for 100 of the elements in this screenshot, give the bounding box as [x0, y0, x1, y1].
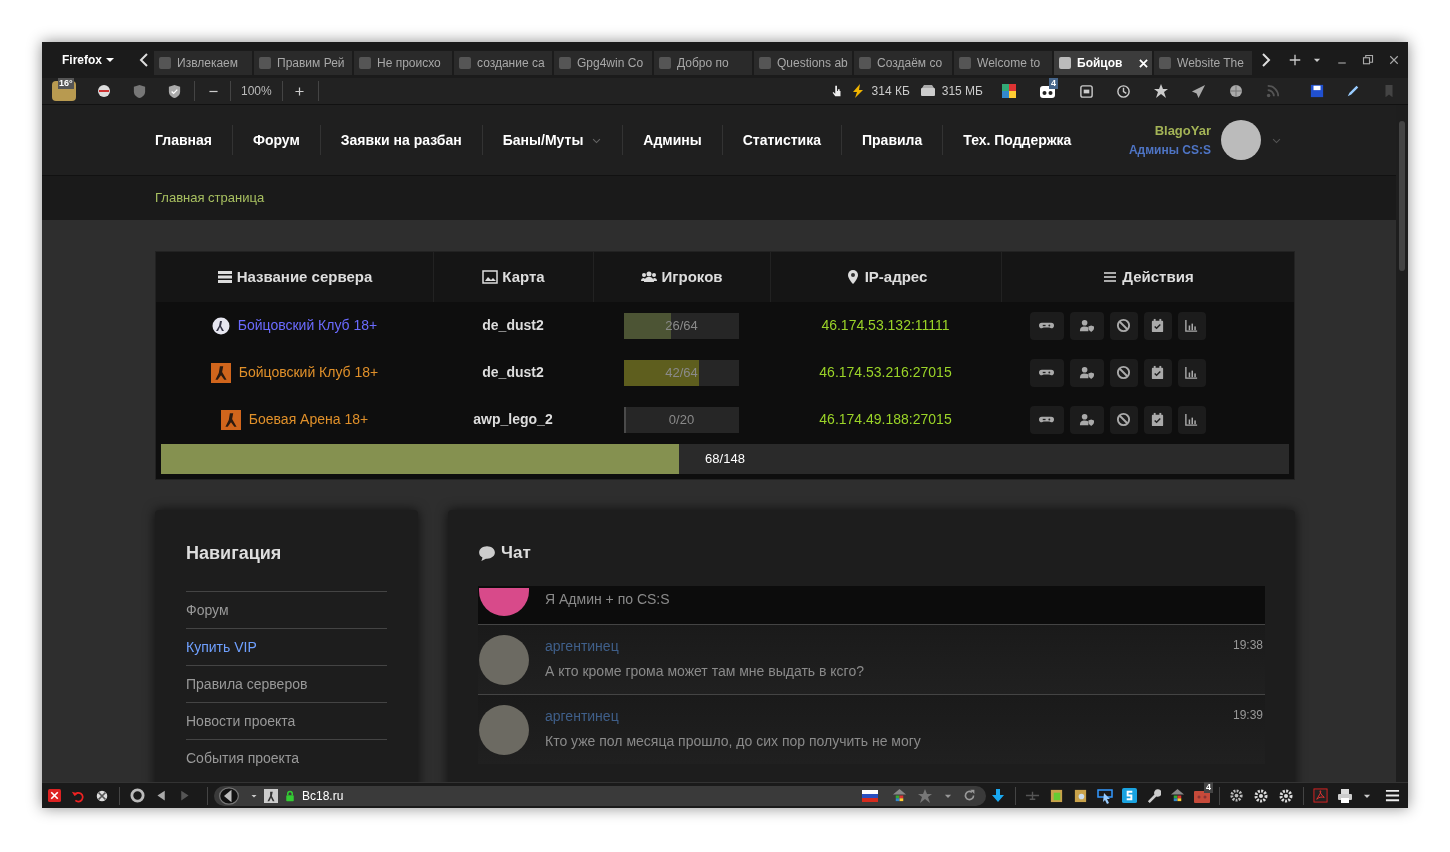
server-ip[interactable]: 46.174.53.132:11111	[821, 315, 950, 336]
globe-icon[interactable]	[1228, 83, 1244, 99]
gear-icon[interactable]	[1253, 787, 1269, 804]
server-ip[interactable]: 46.174.49.188:27015	[819, 409, 952, 430]
ban-icon	[1116, 412, 1131, 427]
browser-tab[interactable]: Не происхо	[354, 51, 452, 75]
clock-icon[interactable]	[1116, 83, 1131, 99]
star-icon[interactable]	[1153, 83, 1169, 99]
nav-link[interactable]: Тех. Поддержка	[942, 125, 1092, 155]
stats-button[interactable]	[1177, 405, 1206, 434]
browser-tab[interactable]: Бойцов	[1054, 51, 1152, 75]
plus-icon[interactable]	[1288, 53, 1302, 67]
user-name[interactable]: BlagoYar	[1154, 121, 1211, 141]
avatar-placeholder[interactable]	[1221, 120, 1261, 160]
stats-button[interactable]	[1177, 358, 1206, 387]
close-icon[interactable]	[1388, 54, 1400, 66]
nav-link[interactable]: Админы	[622, 125, 722, 155]
letter-s-tile-icon[interactable]	[1122, 788, 1137, 803]
address-bar[interactable]: Bc18.ru	[214, 785, 986, 806]
browser-tab[interactable]: создание са	[454, 51, 552, 75]
bans-button[interactable]	[1109, 405, 1138, 434]
tab-title: Извлекаем	[177, 55, 239, 72]
cursor-select-icon[interactable]	[1097, 787, 1113, 804]
restore-icon[interactable]	[1362, 54, 1374, 66]
zoom-level[interactable]: 100%	[231, 82, 282, 100]
tab-favicon-icon	[1058, 56, 1072, 70]
server-name[interactable]: Боевая Арена 18+	[248, 409, 369, 430]
bans-button[interactable]	[1109, 358, 1138, 387]
nav-link[interactable]: Главная	[135, 125, 232, 155]
tab-title: Website The	[1177, 55, 1244, 72]
nav-link[interactable]: Правила	[841, 125, 943, 155]
tab-favicon-icon	[358, 56, 372, 70]
connect-button[interactable]	[1029, 311, 1064, 340]
browser-tab[interactable]: Добро по	[654, 51, 752, 75]
shield-icon[interactable]	[132, 83, 147, 99]
nav-link[interactable]: Форум	[231, 125, 320, 155]
image-icon	[482, 269, 499, 285]
shield-check-icon[interactable]	[167, 83, 182, 99]
admins-button[interactable]	[1069, 311, 1104, 340]
weather-widget[interactable]: 16°	[52, 81, 76, 101]
nav-link[interactable]: Статистика	[721, 125, 841, 155]
stats-button[interactable]	[1177, 311, 1206, 340]
pen-icon[interactable]	[1346, 84, 1360, 98]
user-shield-icon	[1079, 318, 1094, 333]
server-ip[interactable]: 46.174.53.216:27015	[819, 362, 952, 383]
star-icon[interactable]	[917, 787, 933, 804]
breadcrumb[interactable]: Главная страница	[155, 188, 265, 208]
printer-icon[interactable]	[1337, 787, 1353, 804]
server-name[interactable]: Бойцовский Клуб 18+	[238, 362, 379, 383]
connect-button[interactable]	[1029, 405, 1064, 434]
map-name: awp_lego_2	[473, 410, 553, 429]
browser-tab[interactable]: Website The	[1154, 51, 1252, 75]
scrollbar-thumb[interactable]	[1399, 121, 1405, 271]
admins-button[interactable]	[1069, 405, 1104, 434]
record-icon[interactable]	[130, 788, 145, 803]
server-name[interactable]: Бойцовский Клуб 18+	[237, 315, 378, 336]
navigation-link[interactable]: Купить VIP	[186, 636, 257, 658]
site-favicon-icon	[264, 788, 278, 803]
clipboard-icon[interactable]	[1049, 788, 1064, 803]
calendar-button[interactable]	[1143, 358, 1172, 387]
bans-button[interactable]	[1109, 311, 1138, 340]
close-icon[interactable]	[48, 789, 61, 802]
house-icon[interactable]	[1170, 788, 1185, 803]
navigation-link[interactable]: События проекта	[186, 747, 299, 769]
navigation-link[interactable]: Новости проекта	[186, 710, 296, 732]
reload-icon[interactable]	[963, 789, 976, 802]
nav-link[interactable]: Заявки на разбан	[319, 125, 482, 155]
avatar-placeholder	[479, 587, 529, 616]
pdf-icon[interactable]	[1313, 788, 1328, 803]
gear-icon[interactable]	[1278, 787, 1294, 804]
house-icon[interactable]	[892, 788, 907, 803]
calendar-button[interactable]	[1143, 405, 1172, 434]
caret-icon	[106, 56, 114, 64]
triangle-left-icon[interactable]	[155, 789, 168, 802]
browser-tab[interactable]: Извлекаем	[154, 51, 252, 75]
zoom-in-icon[interactable]	[292, 84, 306, 98]
message-text: А кто кроме грома может там мне выдать в ксго?	[545, 661, 865, 681]
calendar-check-icon	[1150, 318, 1165, 333]
browser-tab[interactable]: Questions ab	[754, 51, 852, 75]
browser-tab[interactable]: Welcome to	[954, 51, 1052, 75]
calendar-button[interactable]	[1143, 311, 1172, 340]
download-icon[interactable]	[990, 787, 1006, 804]
connect-button[interactable]	[1029, 358, 1064, 387]
navigation-link[interactable]: Форум	[186, 599, 229, 621]
gear-icon[interactable]	[1229, 788, 1244, 803]
wrench-icon[interactable]	[1146, 788, 1161, 803]
ban-icon	[1116, 318, 1131, 333]
browser-tab[interactable]: Создаём со	[854, 51, 952, 75]
nav-link[interactable]: Баны/Муты	[481, 125, 623, 155]
menu-icon[interactable]	[1385, 788, 1400, 803]
admins-button[interactable]	[1069, 358, 1104, 387]
list-icon	[1102, 269, 1119, 285]
message-time: 19:38	[1232, 636, 1263, 654]
paper-plane-icon[interactable]	[1191, 83, 1206, 99]
navigation-link[interactable]: Правила серверов	[186, 673, 308, 695]
colored-squares-icon[interactable]	[1001, 83, 1017, 99]
browser-tab[interactable]: Gpg4win Co	[554, 51, 652, 75]
browser-menu-button[interactable]: Firefox	[42, 45, 134, 75]
browser-tab[interactable]: Правим Рей	[254, 51, 352, 75]
clipboard-search-icon[interactable]	[1073, 788, 1088, 803]
